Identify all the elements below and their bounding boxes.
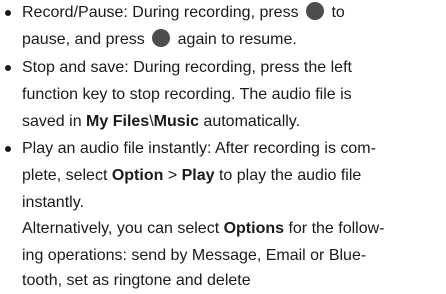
item3-text-5: ing operations: send by Message, Email o… (22, 247, 367, 264)
bullet-1 (5, 10, 11, 16)
path-my-files: My Files (86, 113, 150, 130)
item1-text-b: to (331, 4, 345, 21)
item1-text-a: Record/Pause: During recording, press (22, 4, 299, 21)
round-key-icon (306, 2, 325, 20)
item2-line3: saved in My Files\Music automatically. (22, 109, 300, 135)
item2-text-1: Stop and save: During recording, press t… (22, 59, 352, 76)
item1-text-c: pause, and press (22, 31, 145, 48)
item3-line4: Alternatively, you can select Options fo… (22, 216, 385, 242)
item1-text-d: again to resume. (177, 31, 297, 48)
item3-text-4a: Alternatively, you can select (22, 220, 224, 237)
item3-line2: plete, select Option > Play to play the … (22, 163, 361, 189)
item3-text-1: Play an audio file instantly: After reco… (22, 140, 376, 157)
item2-line2: function key to stop recording. The audi… (22, 82, 352, 108)
item3-text-3: instantly. (22, 194, 84, 211)
manual-page: Record/Pause: During recording, press to… (0, 0, 446, 294)
menu-option: Option (111, 167, 164, 184)
item3-text-6: tooth, set as ringtone and delete (22, 272, 251, 289)
item1-line1: Record/Pause: During recording, press to (22, 0, 345, 26)
menu-play: Play (181, 167, 215, 184)
item2-text-2: function key to stop recording. The audi… (22, 86, 352, 103)
item2-text-3b: automatically. (198, 113, 301, 130)
item3-text-4b: for the follow- (284, 220, 385, 237)
item2-text-3a: saved in (22, 113, 87, 130)
item3-text-2b: to play the audio file (214, 167, 362, 184)
item3-text-2a: plete, select (22, 167, 112, 184)
item3-line1: Play an audio file instantly: After reco… (22, 136, 376, 162)
item1-line2: pause, and press again to resume. (22, 27, 297, 53)
item3-line6: tooth, set as ringtone and delete (22, 268, 251, 294)
path-music: Music (153, 113, 199, 130)
bullet-3 (5, 146, 11, 152)
menu-options: Options (223, 220, 285, 237)
round-key-icon (152, 29, 171, 47)
item3-line5: ing operations: send by Message, Email o… (22, 243, 366, 269)
bullet-2 (5, 65, 11, 71)
item3-line3: instantly. (22, 190, 84, 216)
menu-arrow: > (163, 167, 182, 184)
item2-line1: Stop and save: During recording, press t… (22, 55, 352, 81)
